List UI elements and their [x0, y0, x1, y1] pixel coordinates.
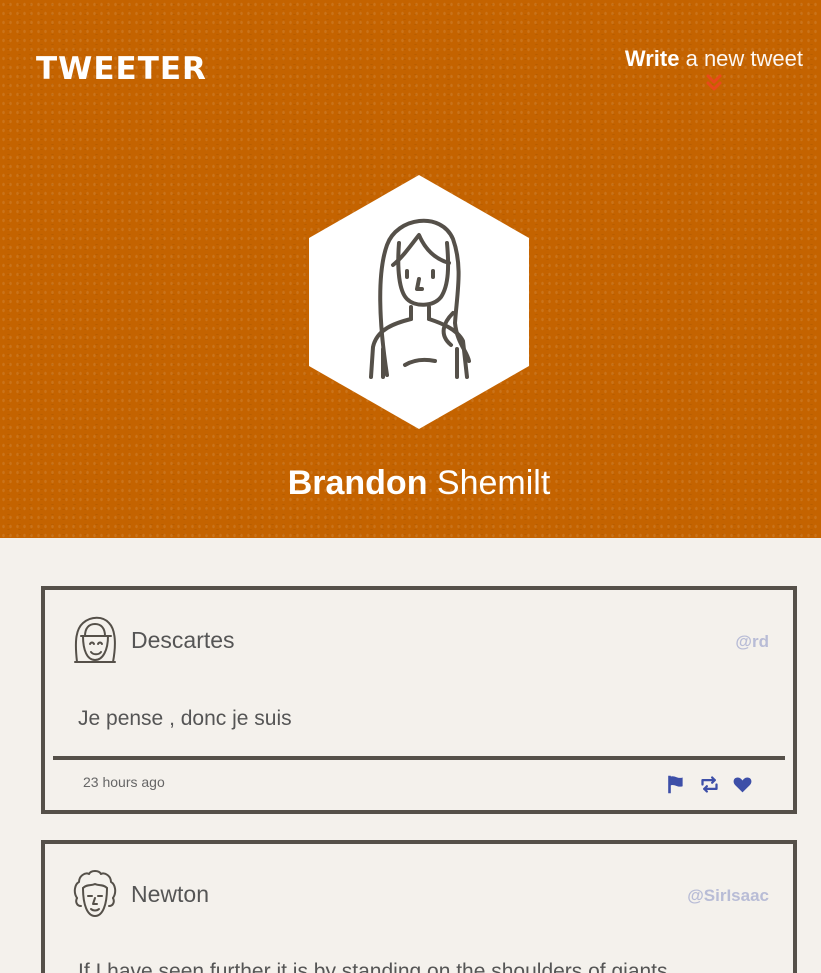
divider: [53, 756, 785, 760]
tweet-card: Newton @SirIsaac If I have seen further …: [41, 840, 797, 973]
tweet-author-name[interactable]: Newton: [131, 881, 209, 908]
app-logo[interactable]: TWEETER: [36, 52, 207, 86]
retweet-button[interactable]: [699, 774, 720, 795]
tweet-card: Descartes @rd Je pense , donc je suis 23…: [41, 586, 797, 814]
compose-label-light: a new tweet: [679, 46, 803, 71]
profile-avatar: [309, 175, 529, 429]
tweet-text: Je pense , donc je suis: [78, 707, 292, 730]
tweet-author-handle[interactable]: @rd: [735, 632, 769, 652]
profile-last-name: Shemilt: [427, 464, 551, 502]
flag-button[interactable]: [666, 774, 687, 795]
tweet-author-handle[interactable]: @SirIsaac: [687, 886, 769, 906]
like-button[interactable]: [732, 774, 753, 795]
tweet-timestamp: 23 hours ago: [83, 774, 165, 790]
tweet-text: If I have seen further it is by standing…: [78, 960, 668, 973]
retweet-icon: [701, 775, 718, 793]
heart-icon: [733, 777, 752, 792]
user-avatar: [74, 616, 116, 663]
flag-icon: [668, 775, 683, 793]
profile-first-name: Brandon: [287, 464, 428, 502]
user-avatar: [73, 870, 117, 917]
tweet-actions: [666, 772, 753, 796]
profile-name: Brandon Shemilt: [0, 462, 821, 504]
compose-label-bold: Write: [624, 46, 680, 71]
tweet-author-name[interactable]: Descartes: [131, 627, 235, 654]
chevron-down-icon[interactable]: [706, 74, 722, 92]
profile-header: TWEETER Write a new tweet Brandon Shemil…: [0, 0, 821, 538]
compose-tweet-button[interactable]: Write a new tweet: [625, 46, 803, 92]
